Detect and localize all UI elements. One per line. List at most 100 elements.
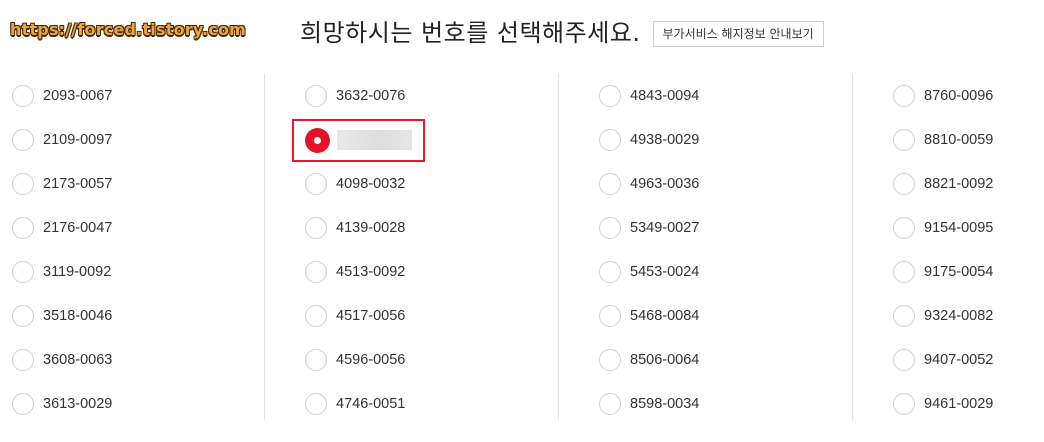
number-option[interactable]: 9324-0082 <box>893 294 1043 338</box>
number-label: 8506-0064 <box>630 352 700 368</box>
radio-button[interactable] <box>12 393 34 415</box>
number-label: 3632-0076 <box>336 88 406 104</box>
number-option[interactable]: 9175-0054 <box>893 250 1043 294</box>
number-option[interactable]: 5453-0024 <box>599 250 852 294</box>
radio-dot-icon <box>314 137 321 144</box>
number-option[interactable]: 9461-0029 <box>893 382 1043 426</box>
number-option[interactable]: 8821-0092 <box>893 162 1043 206</box>
number-option[interactable]: 4139-0028 <box>305 206 558 250</box>
radio-button[interactable] <box>893 393 915 415</box>
number-option[interactable]: 9407-0052 <box>893 338 1043 382</box>
radio-button[interactable] <box>305 393 327 415</box>
number-label: 4098-0032 <box>336 176 406 192</box>
number-option[interactable]: 2176-0047 <box>12 206 264 250</box>
number-option[interactable]: 2093-0067 <box>12 74 264 118</box>
page-header: 희망하시는 번호를 선택해주세요. 부가서비스 해지정보 안내보기 <box>300 13 824 48</box>
radio-button[interactable] <box>12 217 34 239</box>
radio-button[interactable] <box>599 129 621 151</box>
number-label: 5349-0027 <box>630 220 700 236</box>
number-label: 8821-0092 <box>924 176 994 192</box>
number-label: 3613-0029 <box>43 396 113 412</box>
number-label: 2173-0057 <box>43 176 113 192</box>
number-label: 9407-0052 <box>924 352 994 368</box>
radio-button[interactable] <box>305 349 327 371</box>
number-label: 9175-0054 <box>924 264 994 280</box>
number-option[interactable]: 9154-0095 <box>893 206 1043 250</box>
radio-button[interactable] <box>12 305 34 327</box>
radio-button[interactable] <box>893 173 915 195</box>
radio-button[interactable] <box>893 217 915 239</box>
number-label: 8598-0034 <box>630 396 700 412</box>
number-label: 4746-0051 <box>336 396 406 412</box>
number-option[interactable]: 2109-0097 <box>12 118 264 162</box>
number-label: 4517-0056 <box>336 308 406 324</box>
radio-button[interactable] <box>12 173 34 195</box>
number-label: 4963-0036 <box>630 176 700 192</box>
number-option[interactable]: 5468-0084 <box>599 294 852 338</box>
number-option[interactable]: 4098-0032 <box>305 162 558 206</box>
number-option[interactable]: 3518-0046 <box>12 294 264 338</box>
radio-button[interactable] <box>893 349 915 371</box>
number-option[interactable]: 2173-0057 <box>12 162 264 206</box>
number-option[interactable]: 5349-0027 <box>599 206 852 250</box>
number-option[interactable]: 3632-0076 <box>305 74 558 118</box>
radio-button[interactable] <box>893 85 915 107</box>
number-label: 4139-0028 <box>336 220 406 236</box>
number-label: 4513-0092 <box>336 264 406 280</box>
number-column-4: 8760-0096 8810-0059 8821-0092 9154-0095 … <box>853 74 1043 420</box>
radio-button[interactable] <box>305 85 327 107</box>
radio-button[interactable] <box>893 261 915 283</box>
number-label: 4843-0094 <box>630 88 700 104</box>
radio-button[interactable] <box>12 129 34 151</box>
radio-button[interactable] <box>599 305 621 327</box>
number-label: 2093-0067 <box>43 88 113 104</box>
number-option[interactable]: 4938-0029 <box>599 118 852 162</box>
number-option[interactable]: 3119-0092 <box>12 250 264 294</box>
watermark-text: https://forced.tistory.com <box>10 20 247 39</box>
number-option[interactable]: 3613-0029 <box>12 382 264 426</box>
number-option[interactable]: 8598-0034 <box>599 382 852 426</box>
radio-button[interactable] <box>599 393 621 415</box>
number-option[interactable]: 8760-0096 <box>893 74 1043 118</box>
number-label: 4938-0029 <box>630 132 700 148</box>
number-label: 5468-0084 <box>630 308 700 324</box>
number-label: 8810-0059 <box>924 132 994 148</box>
number-option[interactable]: 4746-0051 <box>305 382 558 426</box>
radio-button-selected[interactable] <box>305 128 330 153</box>
number-option[interactable]: 4963-0036 <box>599 162 852 206</box>
radio-button[interactable] <box>599 173 621 195</box>
radio-button[interactable] <box>599 85 621 107</box>
number-option[interactable]: 8506-0064 <box>599 338 852 382</box>
number-label: 4596-0056 <box>336 352 406 368</box>
number-option[interactable]: 8810-0059 <box>893 118 1043 162</box>
radio-button[interactable] <box>305 305 327 327</box>
addon-info-button[interactable]: 부가서비스 해지정보 안내보기 <box>652 20 824 47</box>
number-column-3: 4843-0094 4938-0029 4963-0036 5349-0027 … <box>559 74 853 420</box>
number-label: 9324-0082 <box>924 308 994 324</box>
number-option[interactable]: 4596-0056 <box>305 338 558 382</box>
radio-button[interactable] <box>305 173 327 195</box>
radio-button[interactable] <box>12 85 34 107</box>
radio-button[interactable] <box>305 261 327 283</box>
number-option[interactable]: 4517-0056 <box>305 294 558 338</box>
radio-button[interactable] <box>305 217 327 239</box>
number-label: 3518-0046 <box>43 308 113 324</box>
number-option[interactable]: 4843-0094 <box>599 74 852 118</box>
radio-button[interactable] <box>599 349 621 371</box>
radio-button[interactable] <box>893 305 915 327</box>
number-options-grid: 2093-0067 2109-0097 2173-0057 2176-0047 … <box>0 74 1044 434</box>
number-label: 9154-0095 <box>924 220 994 236</box>
radio-button[interactable] <box>893 129 915 151</box>
number-column-1: 2093-0067 2109-0097 2173-0057 2176-0047 … <box>0 74 265 420</box>
radio-button[interactable] <box>12 261 34 283</box>
radio-button[interactable] <box>599 261 621 283</box>
number-option[interactable]: 4513-0092 <box>305 250 558 294</box>
number-option[interactable]: 3608-0063 <box>12 338 264 382</box>
number-label: 2109-0097 <box>43 132 113 148</box>
number-label: 3608-0063 <box>43 352 113 368</box>
masked-number <box>337 130 412 150</box>
page-title: 희망하시는 번호를 선택해주세요. <box>300 19 641 47</box>
radio-button[interactable] <box>599 217 621 239</box>
radio-button[interactable] <box>12 349 34 371</box>
number-label: 5453-0024 <box>630 264 700 280</box>
